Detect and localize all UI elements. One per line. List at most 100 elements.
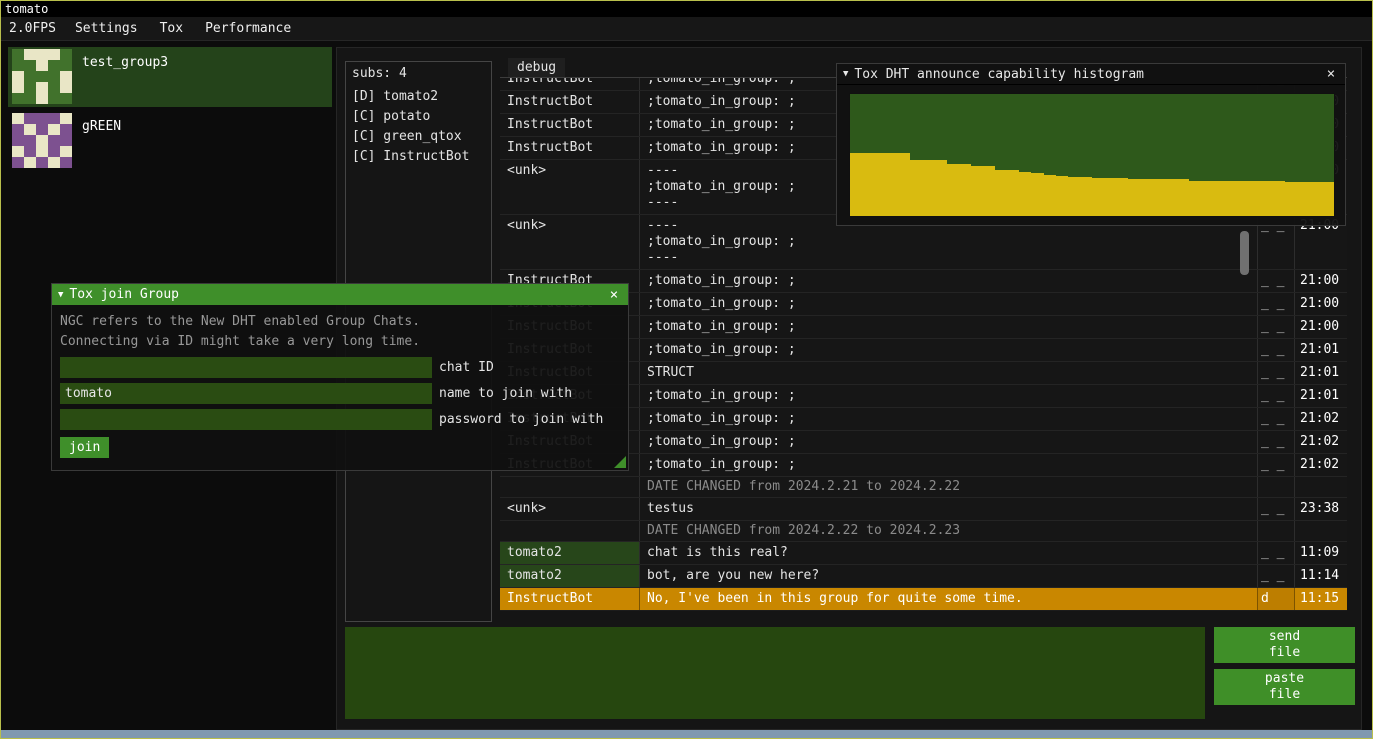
avatar-pixel <box>24 146 36 157</box>
flags-cell <box>1258 477 1295 497</box>
avatar-pixel <box>12 60 24 71</box>
message-input[interactable] <box>345 627 1205 719</box>
join-button[interactable]: join <box>60 437 109 458</box>
member-item[interactable]: [C] InstructBot <box>346 147 491 167</box>
flags-cell: _ _ <box>1258 316 1295 338</box>
avatar-pixel <box>12 71 24 82</box>
histogram-plot <box>849 93 1335 217</box>
flags-cell: _ _ <box>1258 565 1295 587</box>
sender-cell: <unk> <box>500 160 640 214</box>
member-item[interactable]: [D] tomato2 <box>346 87 491 107</box>
group-item-gREEN[interactable]: gREEN <box>8 111 332 171</box>
member-item[interactable]: [C] potato <box>346 107 491 127</box>
avatar-pixel <box>60 60 72 71</box>
avatar-pixel <box>12 157 24 168</box>
chat-scrollbar[interactable] <box>1240 231 1249 275</box>
histogram-window-title: Tox DHT announce capability histogram <box>854 67 1317 82</box>
time-cell: 21:01 <box>1295 362 1347 384</box>
time-cell: 23:38 <box>1295 498 1347 520</box>
resize-grip[interactable] <box>614 456 626 468</box>
join-fields: chat IDname to join withpassword to join… <box>60 357 620 430</box>
avatar-pixel <box>12 93 24 104</box>
message-cell: testus <box>640 498 1258 520</box>
collapse-arrow-icon[interactable]: ▼ <box>843 69 848 79</box>
taskbar-strip <box>1 730 1372 739</box>
histogram-bar <box>983 166 995 216</box>
field-label: name to join with <box>439 386 572 401</box>
message-cell: chat is this real? <box>640 542 1258 564</box>
flags-cell: d <box>1258 588 1295 610</box>
message-cell: ;tomato_in_group: ; <box>640 408 1258 430</box>
tab-debug[interactable]: debug <box>508 58 565 77</box>
time-cell: 21:00 <box>1295 293 1347 315</box>
group-avatar <box>12 49 72 104</box>
time-cell: 21:01 <box>1295 339 1347 361</box>
time-cell: 21:02 <box>1295 454 1347 476</box>
histogram-bar <box>850 153 862 216</box>
message-cell: ;tomato_in_group: ; <box>640 431 1258 453</box>
histogram-bar <box>1261 181 1273 216</box>
member-item[interactable]: [C] green_qtox <box>346 127 491 147</box>
histogram-bar <box>1104 178 1116 216</box>
menu-item-settings[interactable]: Settings <box>64 17 149 40</box>
avatar-pixel <box>12 146 24 157</box>
avatar-pixel <box>24 71 36 82</box>
join-window-titlebar[interactable]: ▼ Tox join Group × <box>52 284 628 305</box>
date-separator-row: DATE CHANGED from 2024.2.21 to 2024.2.22 <box>500 477 1347 498</box>
group-item-test_group3[interactable]: test_group3 <box>8 47 332 107</box>
join-password-input[interactable] <box>60 409 432 430</box>
flags-cell: _ _ <box>1258 408 1295 430</box>
message-cell: No, I've been in this group for quite so… <box>640 588 1258 610</box>
avatar-pixel <box>48 124 60 135</box>
histogram-bar <box>1044 175 1056 216</box>
menu-item-tox[interactable]: Tox <box>149 17 194 40</box>
histogram-bar <box>1056 176 1068 216</box>
histogram-bar <box>898 153 910 216</box>
collapse-arrow-icon[interactable]: ▼ <box>58 290 63 300</box>
histogram-bar <box>1225 181 1237 216</box>
avatar-pixel <box>12 124 24 135</box>
avatar-pixel <box>24 93 36 104</box>
time-cell: 21:02 <box>1295 431 1347 453</box>
avatar-pixel <box>24 113 36 124</box>
sender-cell: tomato2 <box>500 542 640 564</box>
histogram-bar <box>1019 172 1031 216</box>
join-window-title: Tox join Group <box>69 287 600 302</box>
avatar-pixel <box>36 135 48 146</box>
paste-file-button[interactable]: paste file <box>1214 669 1355 705</box>
sender-cell: InstructBot <box>500 78 640 90</box>
sender-cell: InstructBot <box>500 137 640 159</box>
menu-bar: 2.0FPSSettingsToxPerformance <box>1 17 1372 41</box>
date-separator-row: DATE CHANGED from 2024.2.22 to 2024.2.23 <box>500 521 1347 542</box>
histogram-window-titlebar[interactable]: ▼ Tox DHT announce capability histogram … <box>837 64 1345 85</box>
close-icon[interactable]: × <box>1323 66 1339 82</box>
menu-item-performance[interactable]: Performance <box>194 17 302 40</box>
flags-cell: _ _ <box>1258 293 1295 315</box>
sender-cell: tomato2 <box>500 565 640 587</box>
avatar-pixel <box>48 93 60 104</box>
avatar-pixel <box>24 157 36 168</box>
close-icon[interactable]: × <box>606 287 622 303</box>
time-cell: 11:09 <box>1295 542 1347 564</box>
avatar-pixel <box>60 82 72 93</box>
histogram-bar <box>1068 177 1080 216</box>
message-cell: STRUCT <box>640 362 1258 384</box>
avatar-pixel <box>36 49 48 60</box>
chat-id-input[interactable] <box>60 357 432 378</box>
message-row: InstructBotNo, I've been in this group f… <box>500 588 1347 611</box>
join-name-input[interactable] <box>60 383 432 404</box>
histogram-bar <box>959 164 971 216</box>
sender-cell: InstructBot <box>500 114 640 136</box>
avatar-pixel <box>36 82 48 93</box>
time-cell: 21:02 <box>1295 408 1347 430</box>
send-file-button[interactable]: send file <box>1214 627 1355 663</box>
flags-cell: _ _ <box>1258 270 1295 292</box>
flags-cell: _ _ <box>1258 542 1295 564</box>
avatar-pixel <box>24 135 36 146</box>
histogram-bar <box>947 164 959 216</box>
histogram-bar <box>1297 182 1309 216</box>
avatar-pixel <box>24 82 36 93</box>
histogram-bar <box>971 166 983 216</box>
histogram-bar <box>1080 177 1092 216</box>
field-label: password to join with <box>439 412 603 427</box>
